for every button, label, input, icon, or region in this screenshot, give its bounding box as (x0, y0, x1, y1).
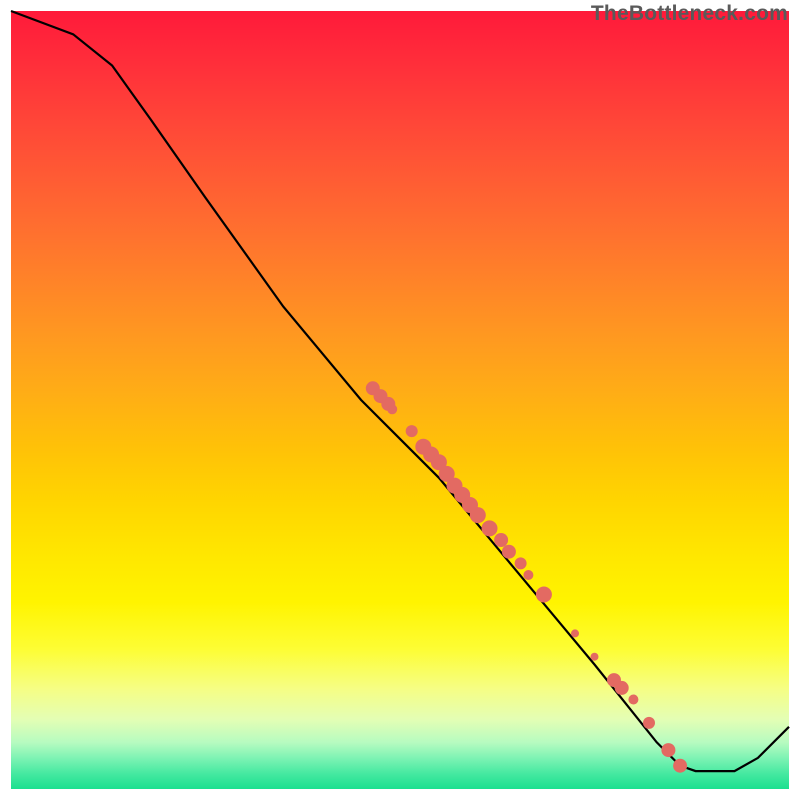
scatter-point (482, 520, 498, 536)
scatter-point (470, 507, 486, 523)
scatter-point (661, 743, 675, 757)
chart-svg-overlay (0, 0, 800, 800)
scatter-point (494, 533, 508, 547)
scatter-point (673, 759, 687, 773)
scatter-point (536, 587, 552, 603)
bottleneck-curve (11, 11, 789, 771)
scatter-point (628, 695, 638, 705)
watermark-text: TheBottleneck.com (591, 2, 788, 26)
bottleneck-chart: TheBottleneck.com (0, 0, 800, 800)
scatter-series (366, 381, 687, 772)
scatter-point (406, 425, 418, 437)
scatter-point (387, 404, 397, 414)
scatter-point (643, 717, 655, 729)
scatter-point (515, 557, 527, 569)
scatter-point (591, 653, 599, 661)
scatter-point (615, 681, 629, 695)
scatter-point (571, 629, 579, 637)
scatter-point (523, 570, 533, 580)
scatter-point (502, 545, 516, 559)
